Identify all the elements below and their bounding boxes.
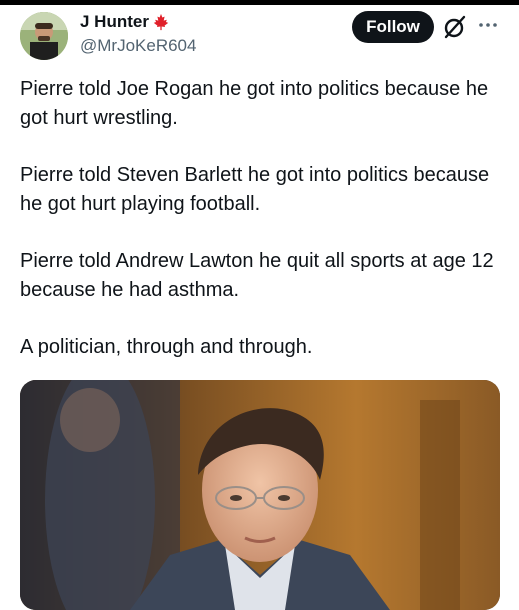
photo-of-man xyxy=(20,380,500,610)
tweet-photo[interactable] xyxy=(20,380,500,610)
tweet-paragraph: Pierre told Andrew Lawton he quit all sp… xyxy=(20,250,494,301)
follow-button[interactable]: Follow xyxy=(352,11,434,43)
avatar-image xyxy=(20,12,68,60)
author-display-name[interactable]: J Hunter xyxy=(80,12,149,32)
author-handle[interactable]: @MrJoKeR604 xyxy=(80,36,196,56)
top-edge-bar xyxy=(0,0,519,5)
tweet-paragraph: A politician, through and through. xyxy=(20,336,313,358)
grok-icon[interactable] xyxy=(442,14,468,40)
more-options-icon[interactable] xyxy=(476,11,500,41)
tweet-paragraph: Pierre told Joe Rogan he got into politi… xyxy=(20,78,489,129)
tweet-paragraph: Pierre told Steven Barlett he got into p… xyxy=(20,164,490,215)
tweet-body: Pierre told Joe Rogan he got into politi… xyxy=(20,75,500,390)
avatar[interactable] xyxy=(20,12,68,60)
author-name-row[interactable]: J Hunter xyxy=(80,12,170,32)
maple-leaf-icon xyxy=(153,13,169,31)
